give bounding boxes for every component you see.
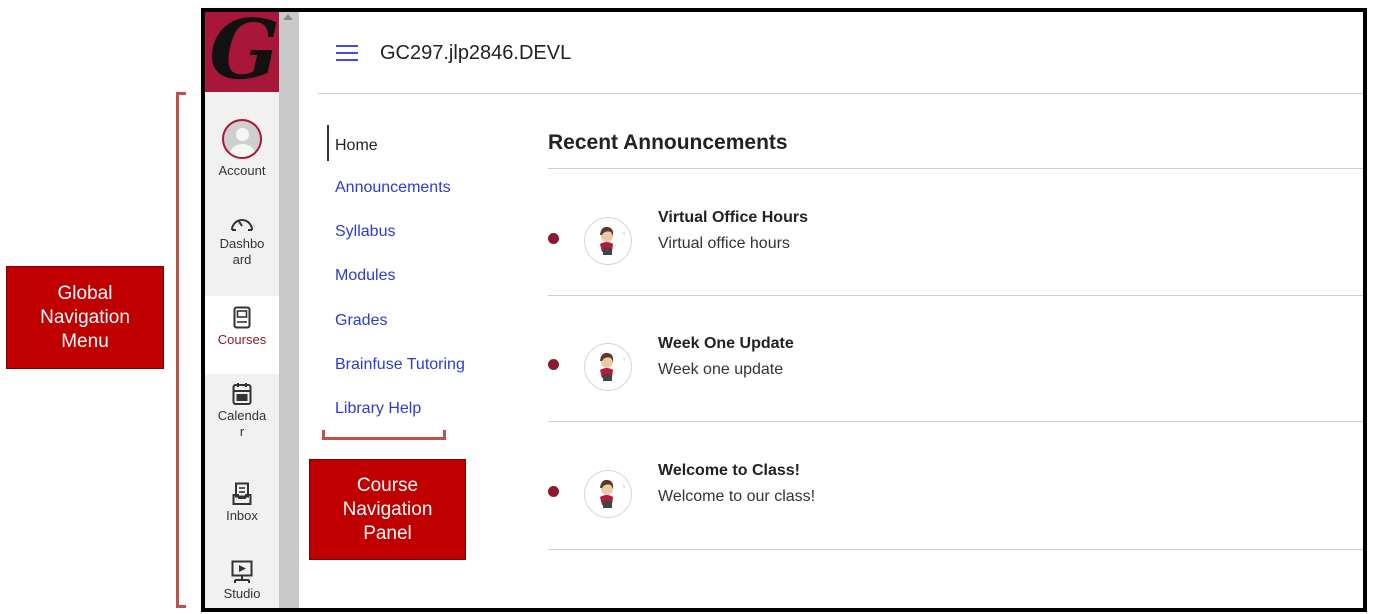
- courses-book-icon: [233, 306, 251, 329]
- hamburger-menu-icon[interactable]: [336, 45, 358, 61]
- announcement-item[interactable]: Week One Update Week one update: [548, 334, 1363, 404]
- callout-line: Panel: [363, 522, 412, 544]
- global-nav-label: Dashbo: [219, 236, 265, 251]
- course-nav-brainfuse-tutoring[interactable]: Brainfuse Tutoring: [335, 355, 465, 375]
- course-nav-bracket: [322, 430, 446, 440]
- course-nav-grades[interactable]: Grades: [335, 311, 387, 331]
- callout-line: Navigation: [40, 306, 130, 328]
- header-divider: [318, 93, 1363, 94]
- divider: [548, 549, 1363, 550]
- course-nav-home[interactable]: Home: [335, 136, 378, 156]
- cartoon-avatar-icon: [600, 479, 625, 508]
- divider: [548, 421, 1363, 422]
- callout-line: Navigation: [342, 498, 433, 520]
- active-indicator: [327, 125, 329, 161]
- course-navigation-callout: Course Navigation Panel: [309, 459, 466, 560]
- studio-icon: [231, 560, 253, 583]
- author-avatar: [584, 470, 632, 518]
- recent-announcements-heading: Recent Announcements: [548, 131, 788, 154]
- author-avatar: [584, 343, 632, 391]
- global-nav-bracket: [176, 92, 186, 608]
- logo-letter: G: [205, 12, 279, 92]
- announcement-preview: Week one update: [658, 361, 784, 378]
- announcement-item[interactable]: Virtual Office Hours Virtual office hour…: [548, 208, 1363, 278]
- unread-dot-icon: [548, 486, 559, 497]
- divider: [548, 168, 1363, 169]
- course-nav-modules[interactable]: Modules: [335, 266, 395, 286]
- global-nav-dashboard[interactable]: Dashbo ard: [205, 212, 279, 296]
- global-nav-studio[interactable]: Studio: [205, 560, 279, 608]
- course-title[interactable]: GC297.jlp2846.DEVL: [380, 41, 571, 65]
- announcement-title[interactable]: Welcome to Class!: [658, 461, 800, 481]
- announcement-preview: Virtual office hours: [658, 235, 790, 252]
- global-nav-label: Inbox: [226, 508, 258, 523]
- course-nav-syllabus[interactable]: Syllabus: [335, 222, 395, 242]
- global-navigation-callout: Global Navigation Menu: [6, 266, 164, 369]
- callout-line: Course: [356, 474, 419, 496]
- institution-logo[interactable]: G: [205, 12, 279, 92]
- author-avatar: [584, 217, 632, 265]
- cartoon-avatar-icon: [600, 226, 625, 255]
- global-nav-calendar[interactable]: Calenda r: [205, 382, 279, 474]
- callout-line: Menu: [61, 330, 109, 352]
- divider: [548, 295, 1363, 296]
- global-nav-label: Courses: [217, 332, 267, 347]
- announcement-title[interactable]: Week One Update: [658, 334, 794, 354]
- cartoon-avatar-icon: [600, 352, 625, 381]
- course-nav-library-help[interactable]: Library Help: [335, 399, 421, 419]
- announcement-preview: Welcome to our class!: [658, 488, 816, 505]
- global-nav-scrollbar[interactable]: [279, 12, 299, 608]
- global-nav-label: Account: [218, 163, 266, 178]
- account-avatar-icon: [222, 119, 262, 159]
- global-nav-label: Calenda: [217, 408, 267, 423]
- inbox-icon: [232, 482, 252, 505]
- scroll-up-arrow-icon[interactable]: [283, 14, 293, 20]
- unread-dot-icon: [548, 233, 559, 244]
- global-nav-account[interactable]: Account: [205, 119, 279, 197]
- callout-line: Global: [57, 282, 113, 304]
- global-navigation: G Account Dashbo ard Courses Calenda r I…: [205, 12, 279, 608]
- global-nav-courses[interactable]: Courses: [205, 296, 279, 374]
- global-nav-label: Studio: [223, 586, 261, 601]
- unread-dot-icon: [548, 359, 559, 370]
- course-nav-announcements[interactable]: Announcements: [335, 178, 451, 198]
- global-nav-inbox[interactable]: Inbox: [205, 482, 279, 542]
- announcement-item[interactable]: Welcome to Class! Welcome to our class!: [548, 461, 1363, 531]
- global-nav-label: ard: [232, 252, 252, 267]
- calendar-icon: [232, 383, 252, 405]
- announcement-title[interactable]: Virtual Office Hours: [658, 208, 808, 228]
- global-nav-label: r: [239, 424, 245, 439]
- dashboard-gauge-icon: [231, 219, 253, 231]
